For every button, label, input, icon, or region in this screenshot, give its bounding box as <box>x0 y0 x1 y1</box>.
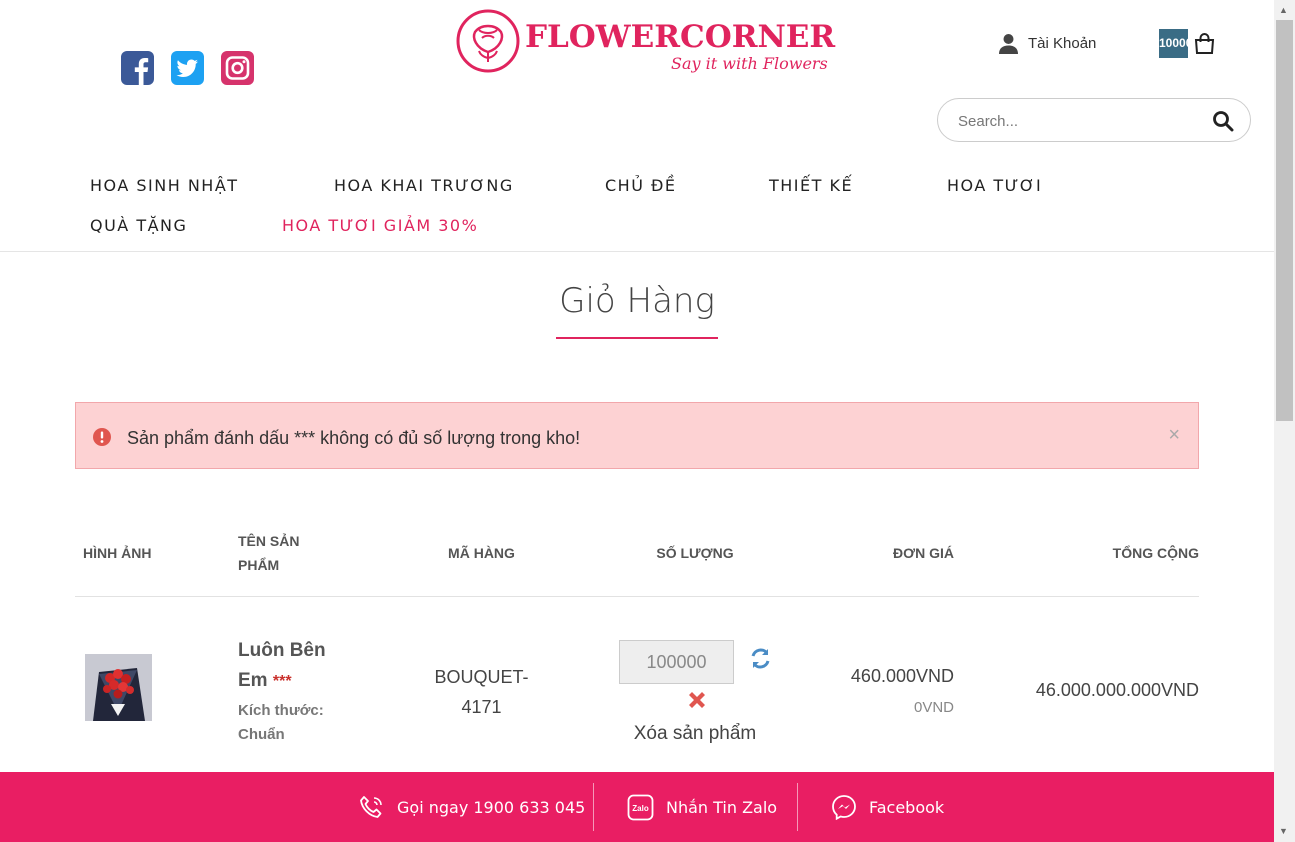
column-header-unit-price: ĐƠN GIÁ <box>893 545 954 561</box>
page-title: Giỏ Hàng <box>559 281 715 321</box>
cart-button[interactable]: 10000 <box>1159 29 1215 58</box>
search-box <box>937 98 1251 142</box>
product-size-label: Kích thước: <box>238 702 324 719</box>
social-links <box>121 51 254 85</box>
scrollbar-thumb[interactable] <box>1276 20 1293 421</box>
phone-icon <box>360 795 382 818</box>
unit-discount: 0VND <box>913 699 954 716</box>
instagram-icon[interactable] <box>221 51 254 85</box>
search-icon[interactable] <box>1212 110 1234 132</box>
column-header-name-line2: PHẨM <box>238 557 280 573</box>
nav-item-hoa-tuoi[interactable]: HOA TƯƠI <box>947 176 1042 195</box>
nav-item-hoa-sinh-nhat[interactable]: HOA SINH NHẬT <box>90 176 239 195</box>
zalo-button[interactable]: Zalo Nhắn Tin Zalo <box>627 772 777 842</box>
scroll-up-arrow-icon[interactable]: ▲ <box>1279 5 1288 15</box>
contact-bar: Gọi ngay 1900 633 045 Zalo Nhắn Tin Zalo… <box>0 772 1274 842</box>
nav-item-hoa-tuoi-giam-30[interactable]: HOA TƯƠI GIẢM 30% <box>282 216 478 235</box>
product-name-line1: Luôn Bên <box>238 640 326 661</box>
nav-item-chu-de[interactable]: CHỦ ĐỀ <box>605 176 677 195</box>
product-size-value: Chuẩn <box>238 726 285 743</box>
column-header-name: TÊN SẢN PHẨM <box>238 529 299 577</box>
product-sku-line2: 4171 <box>461 697 502 717</box>
product-thumbnail[interactable] <box>85 654 152 721</box>
column-header-quantity: SỐ LƯỢNG <box>656 545 734 561</box>
facebook-button[interactable]: Facebook <box>831 772 944 842</box>
column-header-total: TỔNG CỘNG <box>1112 545 1199 561</box>
product-size: Kích thước: Chuẩn <box>238 699 348 747</box>
product-sku: BOUQUET- 4171 <box>420 662 543 722</box>
title-underline <box>556 337 718 339</box>
remove-icon[interactable] <box>686 689 708 711</box>
call-label: Gọi ngay 1900 633 045 <box>397 797 586 817</box>
twitter-icon[interactable] <box>171 51 204 85</box>
nav-item-qua-tang[interactable]: QUÀ TẶNG <box>90 216 187 235</box>
column-header-sku: MÃ HÀNG <box>448 545 515 561</box>
search-input[interactable] <box>956 108 1200 134</box>
remove-product-link[interactable]: Xóa sản phẩm <box>595 723 795 745</box>
logo-name: FLOWERCORNER <box>525 19 836 55</box>
bar-divider <box>593 783 594 831</box>
account-link[interactable]: Tài Khoản <box>998 33 1096 54</box>
nav-item-thiet-ke[interactable]: THIẾT KẾ <box>769 176 853 195</box>
logo-tagline: Say it with Flowers <box>671 54 828 73</box>
user-icon <box>999 34 1018 54</box>
zalo-icon-text: Zalo <box>632 804 649 813</box>
messenger-icon <box>832 795 856 820</box>
product-name[interactable]: Luôn Bên Em *** <box>238 636 358 697</box>
product-sku-line1: BOUQUET- <box>434 667 529 687</box>
site-logo[interactable]: FLOWERCORNER Say it with Flowers <box>455 8 835 80</box>
vertical-scrollbar[interactable]: ▲ ▼ <box>1274 0 1295 842</box>
product-name-line2: Em <box>238 670 268 691</box>
zalo-label: Nhắn Tin Zalo <box>666 797 778 817</box>
quantity-input[interactable] <box>619 640 734 684</box>
shopping-bag-icon <box>1194 32 1215 54</box>
cart-count-badge: 10000 <box>1159 29 1188 58</box>
exclamation-icon <box>93 428 111 446</box>
column-header-image: HÌNH ẢNH <box>83 545 152 561</box>
out-of-stock-mark: *** <box>272 673 292 690</box>
rose-logo-icon <box>456 9 520 73</box>
facebook-icon[interactable] <box>121 51 154 85</box>
refresh-icon[interactable] <box>749 647 772 670</box>
header-divider <box>0 251 1274 252</box>
column-header-name-line1: TÊN SẢN <box>238 533 300 549</box>
row-total: 46.000.000.000VND <box>1035 680 1199 700</box>
facebook-label: Facebook <box>869 797 945 817</box>
bar-divider <box>797 783 798 831</box>
unit-price: 460.000VND <box>850 666 954 686</box>
page: FLOWERCORNER Say it with Flowers Tài Kho… <box>0 0 1274 842</box>
zalo-icon: Zalo <box>627 794 654 820</box>
scroll-down-arrow-icon[interactable]: ▼ <box>1279 826 1288 836</box>
call-button[interactable]: Gọi ngay 1900 633 045 <box>358 772 585 842</box>
account-label: Tài Khoản <box>1028 35 1097 52</box>
nav-item-hoa-khai-truong[interactable]: HOA KHAI TRƯƠNG <box>334 176 514 195</box>
table-header-divider <box>75 596 1199 597</box>
alert-message: Sản phẩm đánh dấu *** không có đủ số lượ… <box>127 428 581 448</box>
close-icon[interactable]: × <box>1168 425 1180 445</box>
stock-alert: Sản phẩm đánh dấu *** không có đủ số lượ… <box>75 402 1199 469</box>
